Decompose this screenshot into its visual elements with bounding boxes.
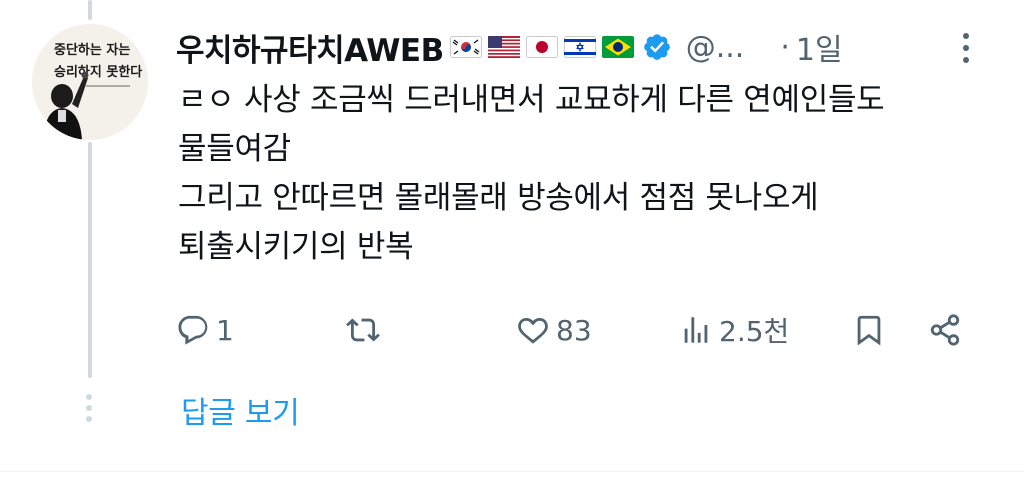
flag-emoji-group <box>449 36 634 58</box>
brazil-flag-icon <box>601 36 634 58</box>
reply-button[interactable]: 1 <box>176 306 234 354</box>
retweet-icon <box>346 318 380 342</box>
divider <box>0 471 1024 472</box>
tweet-text: ㄹㅇ 사상 조금씩 드러내면서 교묘하게 다른 연예인들도 물들여감 그리고 안… <box>178 76 978 272</box>
thread-line <box>88 142 92 378</box>
tweet-header: 우치하규타치AWEB @... · 1일 <box>176 22 996 72</box>
user-handle[interactable]: @... <box>686 30 745 65</box>
share-button[interactable] <box>928 306 962 354</box>
svg-text:승리하지 못한다: 승리하지 못한다 <box>54 64 142 80</box>
usa-flag-icon <box>487 36 520 58</box>
svg-text:중단하는 자는: 중단하는 자는 <box>54 42 130 58</box>
like-count: 83 <box>556 313 592 347</box>
like-button[interactable]: 83 <box>516 306 592 354</box>
more-options-icon[interactable] <box>958 26 974 70</box>
thread-collapsed-dots[interactable] <box>86 394 94 422</box>
verified-badge-icon[interactable] <box>642 32 672 62</box>
retweet-button[interactable] <box>346 306 386 354</box>
avatar[interactable]: 중단하는 자는 승리하지 못한다 <box>32 24 148 140</box>
reply-count: 1 <box>216 313 234 347</box>
avatar-image: 중단하는 자는 승리하지 못한다 <box>32 24 148 140</box>
share-icon <box>930 314 960 346</box>
tweet-text-line: 그리고 안따르면 몰래몰래 방송에서 점점 못나오게 <box>178 180 819 216</box>
thread-line-top <box>88 0 92 20</box>
tweet-thread-item: 중단하는 자는 승리하지 못한다 우치하규타치AWEB @... · 1일 ㄹㅇ… <box>0 0 1024 477</box>
views-button[interactable]: 2.5천 <box>679 306 789 354</box>
display-name[interactable]: 우치하규타치AWEB <box>176 25 444 70</box>
separator-dot: · <box>780 29 790 65</box>
japan-flag-icon <box>525 36 558 58</box>
tweet-text-line: 물들여감 <box>178 131 291 167</box>
bookmark-button[interactable] <box>852 306 886 354</box>
tweet-text-line: ㄹㅇ 사상 조금씩 드러내면서 교묘하게 다른 연예인들도 <box>178 82 885 118</box>
tweet-text-line: 퇴출시키기의 반복 <box>178 229 414 265</box>
heart-icon <box>518 317 548 344</box>
bookmark-icon <box>857 315 881 346</box>
reply-icon <box>178 315 208 345</box>
south-korea-flag-icon <box>449 36 482 58</box>
israel-flag-icon <box>563 36 596 58</box>
timestamp[interactable]: 1일 <box>796 25 843 69</box>
tweet-action-bar: 1 83 2.5천 <box>176 306 976 354</box>
show-replies-link[interactable]: 답글 보기 <box>181 388 300 432</box>
views-count: 2.5천 <box>719 315 790 348</box>
views-bar-chart-icon <box>684 317 708 343</box>
